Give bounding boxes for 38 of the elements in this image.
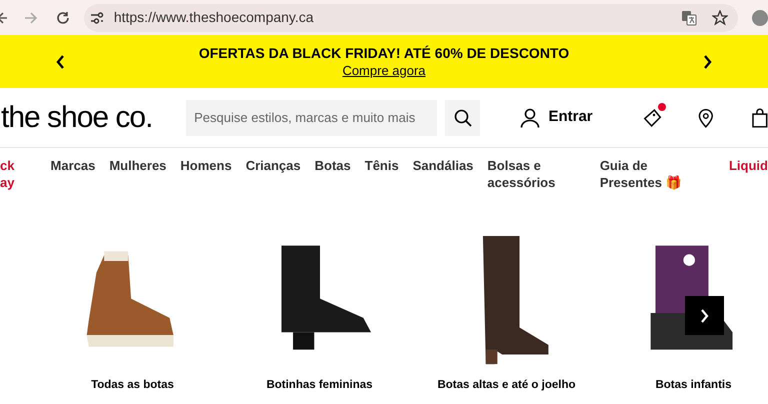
search-field[interactable]: Pesquise estilos, marcas e muito mais xyxy=(186,100,438,136)
chevron-left-icon[interactable] xyxy=(56,54,65,68)
nav-link[interactable]: Tênis xyxy=(364,157,399,174)
nav-link[interactable]: Bolsas e acessórios xyxy=(487,157,556,191)
nav-link[interactable]: Crianças xyxy=(246,157,301,174)
carousel-next-button[interactable] xyxy=(685,296,724,335)
nav-link[interactable]: Mulheres xyxy=(109,157,166,174)
chevron-right-icon[interactable] xyxy=(702,54,712,68)
nav-link[interactable]: Sandálias xyxy=(412,157,474,174)
nav-link[interactable]: Liquid xyxy=(728,157,768,174)
site-settings-icon[interactable] xyxy=(90,12,104,24)
search-icon xyxy=(454,108,472,126)
chevron-right-icon xyxy=(700,308,709,322)
nav-link[interactable]: Homens xyxy=(180,157,232,174)
shopping-bag-icon[interactable] xyxy=(752,108,768,128)
search-button[interactable] xyxy=(445,100,480,136)
logo[interactable]: the shoe co. xyxy=(1,95,186,140)
nav-link[interactable]: Marcas xyxy=(50,157,96,174)
nav-link[interactable]: ck ay xyxy=(0,157,21,191)
category-label[interactable]: Todas as botas xyxy=(91,377,174,394)
profile-avatar[interactable] xyxy=(752,10,768,26)
back-icon[interactable] xyxy=(0,10,8,24)
star-icon[interactable] xyxy=(712,10,728,26)
shop-now-link[interactable]: Compre agora xyxy=(342,62,426,79)
nav-link[interactable]: Guia de Presentes 🎁 xyxy=(600,157,699,191)
location-pin-icon[interactable] xyxy=(698,108,714,128)
category-label[interactable]: Botas infantis xyxy=(655,377,732,394)
nav-link[interactable]: Botas xyxy=(314,157,351,174)
category-label[interactable]: Botas altas e até o joelho xyxy=(437,377,576,394)
wishlist-tag-icon[interactable] xyxy=(642,108,663,128)
translate-icon[interactable] xyxy=(681,10,698,26)
address-bar[interactable]: https://www.theshoecompany.ca xyxy=(84,4,738,32)
url-text: https://www.theshoecompany.ca xyxy=(114,8,314,27)
sign-in-button[interactable]: Entrar xyxy=(520,106,593,129)
category-label[interactable]: Botinhas femininas xyxy=(266,377,373,394)
reload-icon[interactable] xyxy=(56,10,70,24)
user-icon xyxy=(520,108,540,128)
banner-headline: OFERTAS DA BLACK FRIDAY! ATÉ 60% DE DESCONTO xyxy=(198,44,570,62)
